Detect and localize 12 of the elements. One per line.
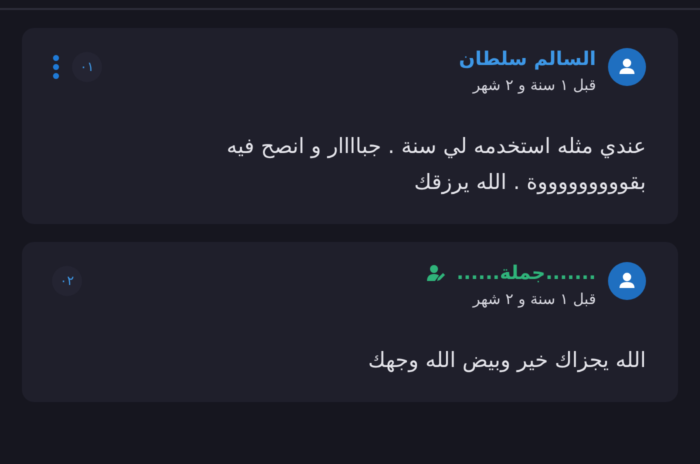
user-edit-icon <box>426 264 446 282</box>
comment-number: ٠١ <box>72 52 102 82</box>
comment-time: قبل ١ سنة و ٢ شهر <box>471 290 596 308</box>
comment-time: قبل ١ سنة و ٢ شهر <box>471 76 596 94</box>
more-menu-icon[interactable] <box>52 54 60 80</box>
comment-number: ٠٢ <box>52 266 82 296</box>
avatar-icon <box>608 262 646 300</box>
avatar-icon <box>608 48 646 86</box>
author-name[interactable]: .......جملة...... <box>456 262 596 284</box>
comment-text: عندي مثله استخدمه لي سنة . جباااار و انصح فيه بقوووووووووة . الله يرزقك <box>226 133 646 196</box>
author-name[interactable]: السالم سلطان <box>458 48 596 70</box>
comment-text: الله يجزاك خير وبيض الله وجهك <box>367 347 646 374</box>
